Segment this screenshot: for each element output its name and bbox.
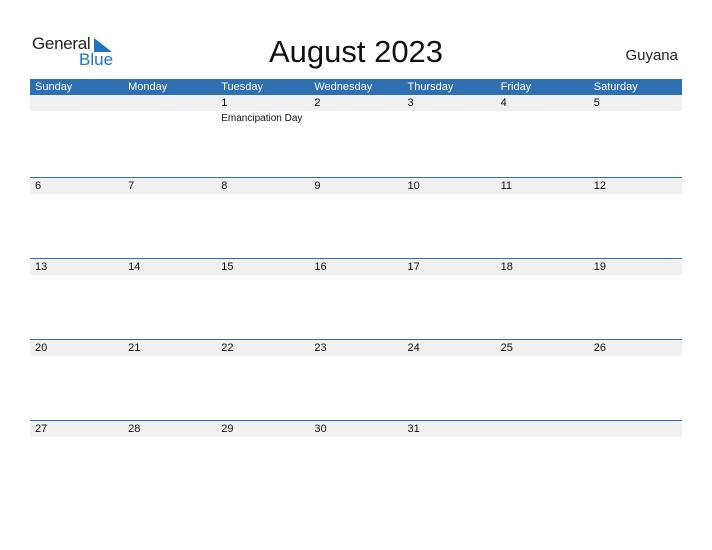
day-event: [30, 356, 123, 357]
day-number: 22: [221, 342, 234, 354]
day-event: Emancipation Day: [221, 113, 303, 124]
day-number: 27: [35, 423, 48, 435]
day-event: [216, 275, 309, 276]
weekday-sunday: Sunday: [35, 81, 73, 93]
week-row: 13 14 15 16 17 18 19: [30, 258, 682, 339]
week-row: 6 7 8 9 10 11 12: [30, 177, 682, 258]
day-number: 13: [35, 261, 48, 273]
weekday-tuesday: Tuesday: [221, 81, 264, 93]
day-number: 17: [407, 261, 420, 273]
day-event: [309, 437, 402, 438]
weekday-wednesday: Wednesday: [314, 81, 373, 93]
day-event: [216, 356, 309, 357]
day-event: [589, 111, 682, 125]
weekday-monday: Monday: [128, 81, 168, 93]
day-number: 29: [221, 423, 234, 435]
day-event: [496, 194, 589, 195]
calendar-title: August 2023: [268, 34, 444, 69]
day-number: [30, 95, 123, 111]
day-number: 21: [128, 342, 141, 354]
day-number: 6: [35, 180, 42, 192]
day-event: [123, 111, 216, 125]
week-row: 20 21 22 23 24 25 26: [30, 339, 682, 420]
day-event: [496, 275, 589, 276]
day-number: [123, 95, 216, 111]
day-number: 19: [593, 261, 606, 273]
day-number: 20: [35, 342, 48, 354]
week-row: 27 28 29 30 31: [30, 420, 682, 501]
day-event: [589, 194, 682, 195]
day-number: 12: [593, 180, 606, 192]
event-row: [30, 437, 682, 438]
day-event: [309, 194, 402, 195]
day-number: 15: [221, 261, 234, 273]
country-label: Guyana: [625, 47, 678, 64]
day-number: 31: [407, 423, 420, 435]
day-number: 16: [314, 261, 327, 273]
day-number: 11: [500, 180, 513, 192]
day-number: 2: [314, 97, 321, 109]
event-row: [30, 356, 682, 357]
day-number: 4: [500, 97, 507, 109]
day-number: [589, 421, 682, 437]
day-event: [496, 111, 589, 125]
day-event: [216, 437, 309, 438]
date-strip: 6 7 8 9 10 11 12: [30, 178, 682, 194]
day-number: 18: [500, 261, 513, 273]
date-strip: 27 28 29 30 31: [30, 421, 682, 437]
day-number: 9: [314, 180, 321, 192]
day-event: [496, 356, 589, 357]
day-event: [30, 275, 123, 276]
day-number: 25: [500, 342, 513, 354]
day-event: [123, 194, 216, 195]
day-number: 30: [314, 423, 327, 435]
day-event: [309, 356, 402, 357]
calendar-grid: Sunday Monday Tuesday Wednesday Thursday…: [30, 79, 682, 501]
day-event: [216, 194, 309, 195]
day-event: [589, 437, 682, 438]
day-number: 23: [314, 342, 327, 354]
day-event: [589, 356, 682, 357]
day-event: [403, 194, 496, 195]
day-number: 3: [407, 97, 414, 109]
week-row: 1 2 3 4 5 Emancipation Day: [30, 95, 682, 177]
weekday-friday: Friday: [500, 81, 532, 93]
weekday-thursday: Thursday: [407, 81, 454, 93]
day-event: [309, 111, 402, 125]
day-event: [123, 437, 216, 438]
day-event: [403, 111, 496, 125]
day-number: [496, 421, 589, 437]
day-number: 24: [407, 342, 420, 354]
day-number: 28: [128, 423, 141, 435]
day-event: [123, 356, 216, 357]
day-event: [309, 275, 402, 276]
event-row: [30, 194, 682, 195]
day-number: 7: [128, 180, 135, 192]
day-event: [496, 437, 589, 438]
day-event: [30, 437, 123, 438]
date-strip: 13 14 15 16 17 18 19: [30, 259, 682, 275]
day-number: 5: [593, 97, 600, 109]
weekday-saturday: Saturday: [593, 81, 638, 93]
day-event: [403, 356, 496, 357]
date-strip: 1 2 3 4 5: [30, 95, 682, 111]
day-number: 8: [221, 180, 228, 192]
day-event: [123, 275, 216, 276]
event-row: [30, 275, 682, 276]
day-event: [403, 437, 496, 438]
event-row: Emancipation Day: [30, 111, 682, 125]
day-event: [589, 275, 682, 276]
weekday-header: Sunday Monday Tuesday Wednesday Thursday…: [30, 79, 682, 95]
day-event: [30, 111, 123, 125]
day-number: 10: [407, 180, 420, 192]
day-event: [403, 275, 496, 276]
day-event: [30, 194, 123, 195]
day-number: 26: [593, 342, 606, 354]
date-strip: 20 21 22 23 24 25 26: [30, 340, 682, 356]
day-number: 14: [128, 261, 141, 273]
day-number: 1: [221, 97, 228, 109]
